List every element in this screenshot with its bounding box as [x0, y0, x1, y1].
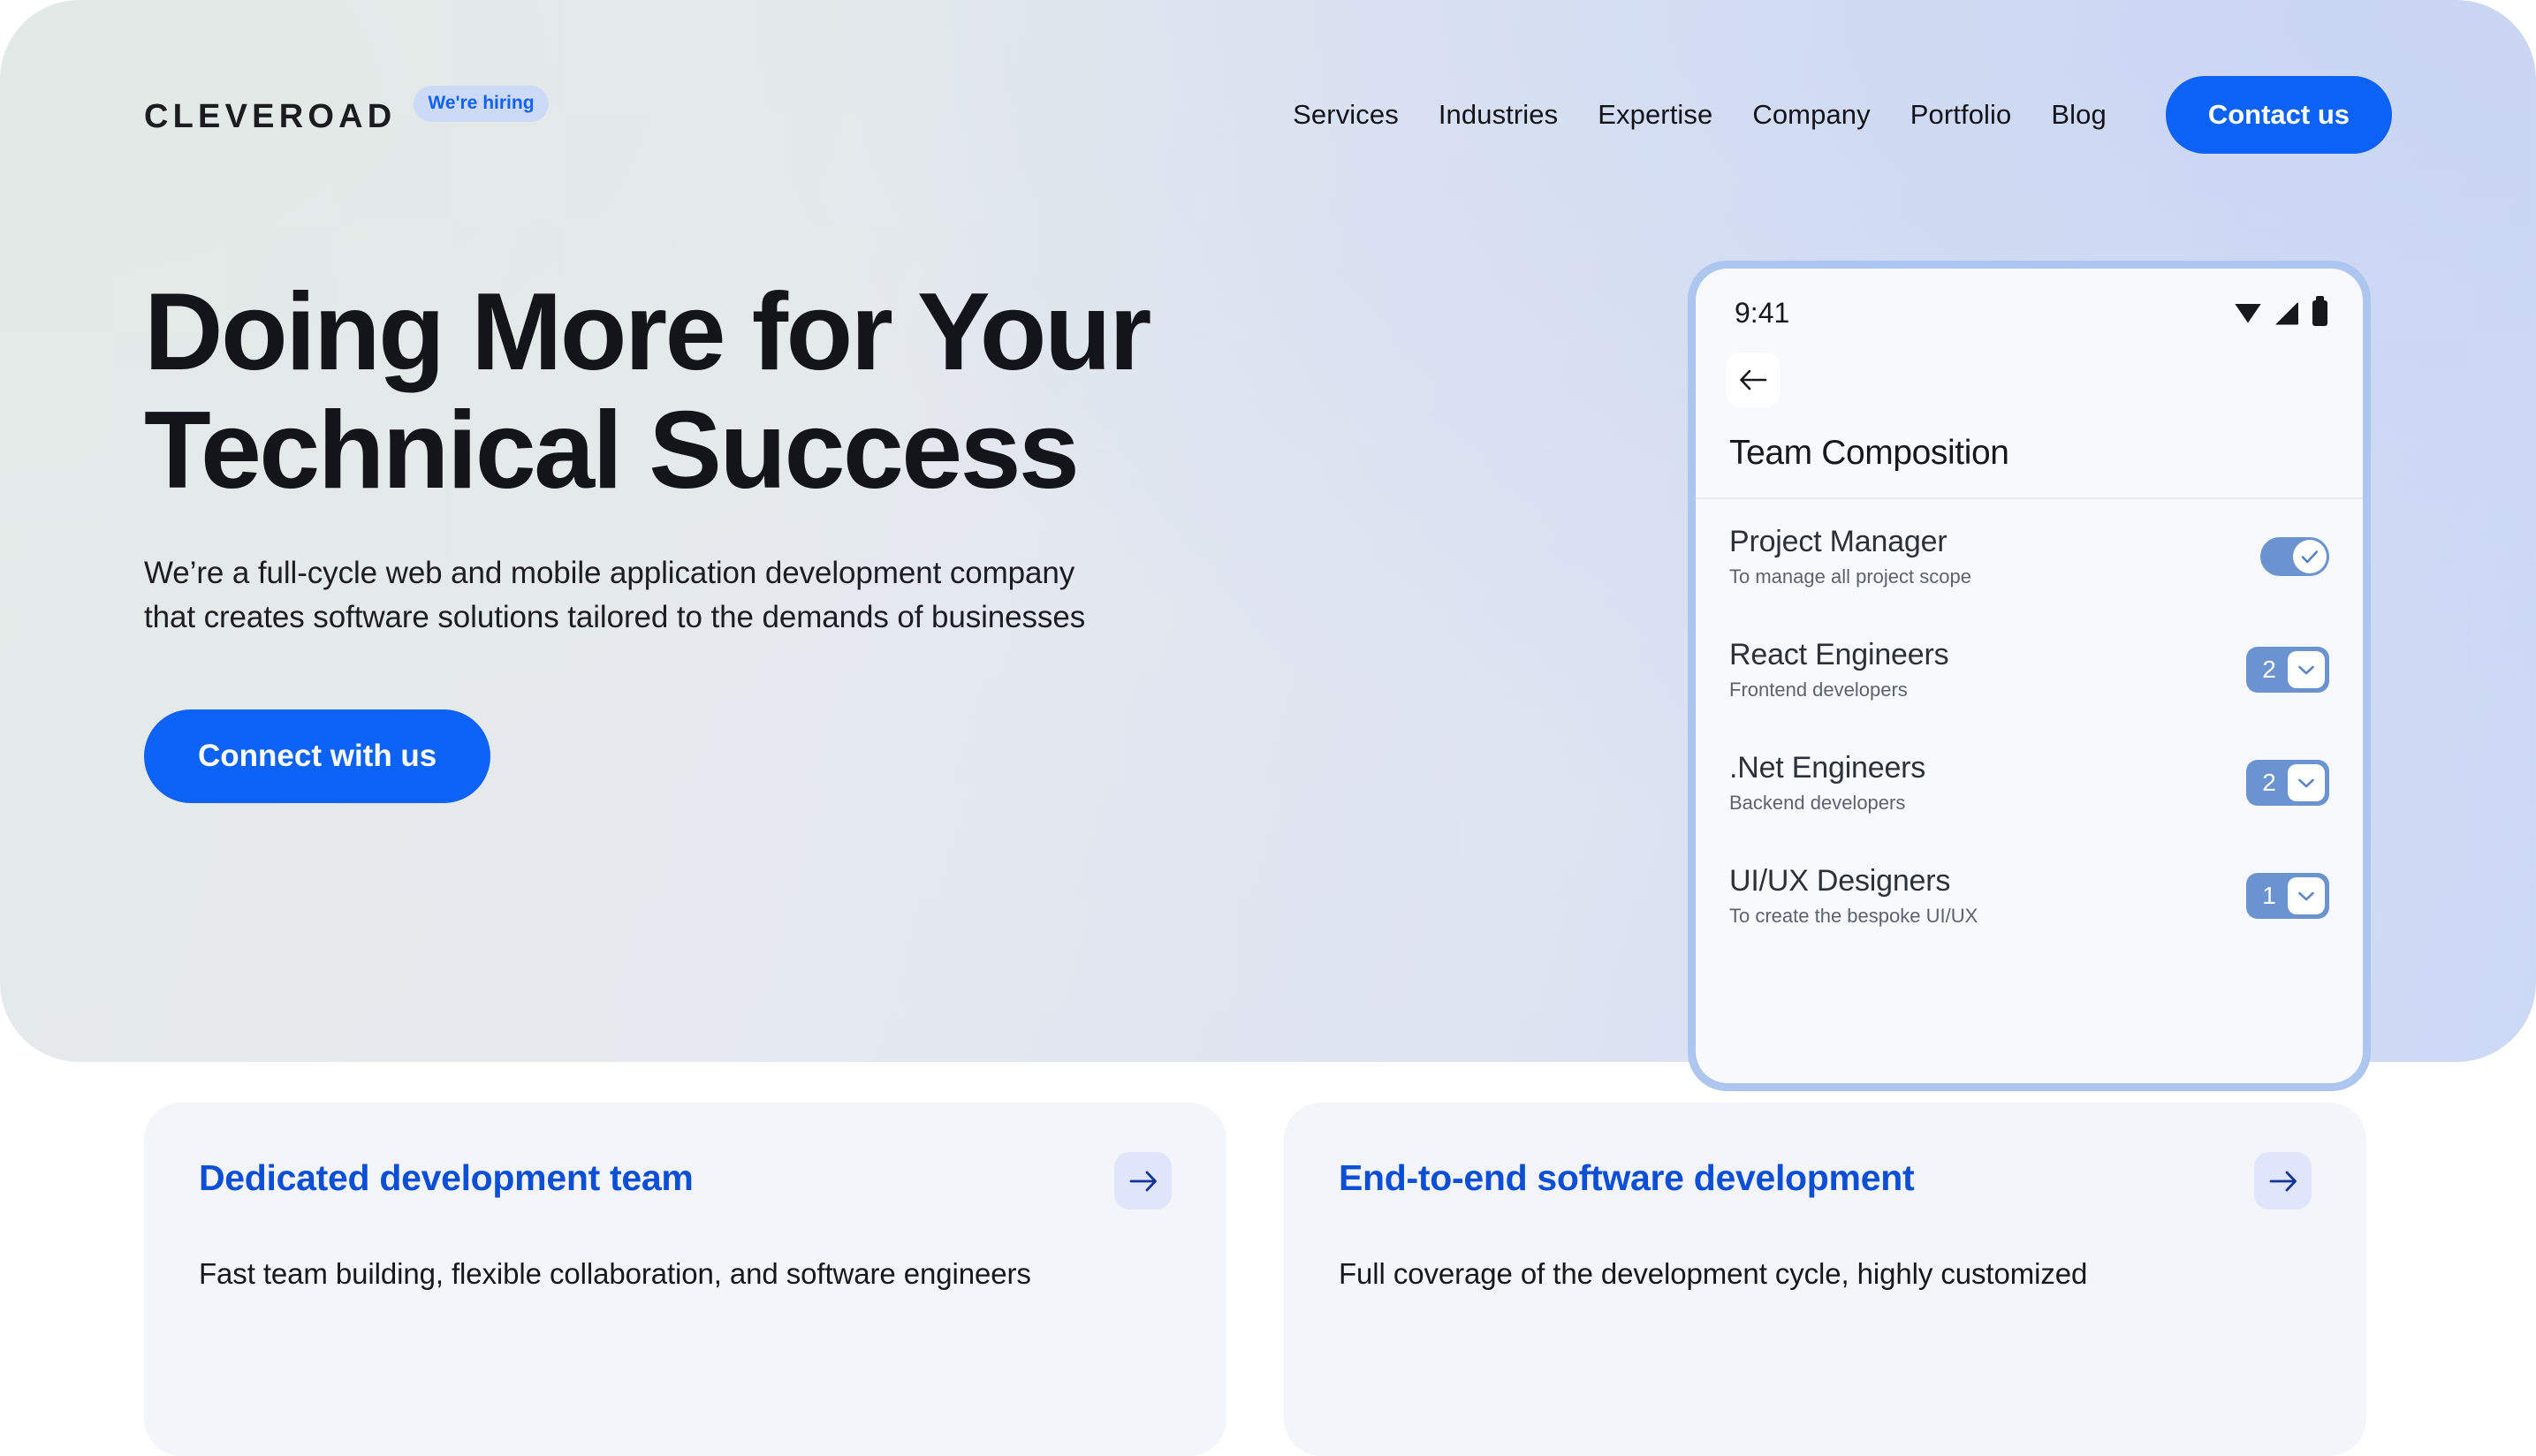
stepper-value: 1	[2262, 882, 2276, 909]
connect-with-us-button[interactable]: Connect with us	[144, 709, 491, 803]
stepper-value: 2	[2262, 769, 2276, 796]
signal-icon	[2275, 301, 2298, 325]
hero-subhead: We’re a full-cycle web and mobile applic…	[144, 551, 1558, 641]
site-header: CLEVEROAD We're hiring Services Industri…	[0, 0, 2536, 186]
card-title: End-to-end software development	[1339, 1157, 1915, 1198]
subhead-line-1: We’re a full-cycle web and mobile applic…	[144, 555, 1075, 590]
team-row[interactable]: React Engineers Frontend developers 2	[1729, 612, 2329, 725]
arrow-right-icon	[2269, 1171, 2297, 1191]
card-end-to-end-software-development[interactable]: End-to-end software development Full cov…	[1284, 1103, 2366, 1456]
role-title: .Net Engineers	[1729, 751, 1926, 785]
row-text: UI/UX Designers To create the bespoke UI…	[1729, 864, 1978, 928]
nav-item-blog[interactable]: Blog	[2051, 99, 2106, 131]
status-time: 9:41	[1735, 297, 1790, 329]
stepper-value: 2	[2262, 656, 2276, 683]
stepper-dropdown-button[interactable]	[2288, 764, 2325, 801]
headline-line-1: Doing More for Your	[144, 271, 1151, 393]
stepper-dropdown-button[interactable]	[2288, 651, 2325, 688]
card-description: Full coverage of the development cycle, …	[1339, 1257, 2088, 1290]
card-head: Dedicated development team	[199, 1152, 1172, 1210]
card-title: Dedicated development team	[199, 1157, 694, 1198]
phone-screen: 9:41 Team Composition Project Manager To…	[1696, 269, 2363, 1083]
chevron-down-icon	[2298, 665, 2314, 675]
nav-item-company[interactable]: Company	[1752, 99, 1870, 131]
card-description: Fast team building, flexible collaborati…	[199, 1257, 1031, 1290]
team-row[interactable]: .Net Engineers Backend developers 2	[1729, 725, 2329, 838]
chevron-down-icon	[2298, 891, 2314, 901]
nav-item-portfolio[interactable]: Portfolio	[1910, 99, 2012, 131]
card-arrow-button[interactable]	[1114, 1152, 1172, 1210]
arrow-right-icon	[1129, 1171, 1157, 1191]
nav-item-industries[interactable]: Industries	[1439, 99, 1558, 131]
role-subtitle: To create the bespoke UI/UX	[1729, 905, 1978, 927]
role-title: UI/UX Designers	[1729, 864, 1951, 898]
net-engineers-stepper[interactable]: 2	[2246, 760, 2329, 806]
card-dedicated-development-team[interactable]: Dedicated development team Fast team bui…	[144, 1103, 1226, 1456]
chevron-down-icon	[2298, 778, 2314, 788]
screen-title: Team Composition	[1729, 434, 2009, 472]
role-subtitle: Frontend developers	[1729, 679, 1908, 701]
row-text: .Net Engineers Backend developers	[1729, 751, 1925, 815]
row-text: Project Manager To manage all project sc…	[1729, 525, 1971, 588]
uiux-designers-stepper[interactable]: 1	[2246, 873, 2329, 919]
nav-item-services[interactable]: Services	[1293, 99, 1399, 131]
role-title: React Engineers	[1729, 638, 1949, 671]
back-button[interactable]	[1726, 353, 1781, 407]
nav-item-expertise[interactable]: Expertise	[1598, 99, 1712, 131]
phone-statusbar: 9:41	[1696, 269, 2363, 330]
role-subtitle: To manage all project scope	[1729, 565, 1971, 588]
project-manager-toggle[interactable]	[2260, 537, 2329, 576]
page-title: Doing More for Your Technical Success	[144, 271, 1558, 512]
row-text: React Engineers Frontend developers	[1729, 638, 1949, 701]
status-icon-group	[2235, 296, 2327, 326]
role-title: Project Manager	[1729, 525, 1948, 558]
card-arrow-button[interactable]	[2254, 1152, 2312, 1210]
react-engineers-stepper[interactable]: 2	[2246, 647, 2329, 693]
hiring-badge[interactable]: We're hiring	[414, 85, 549, 122]
team-row[interactable]: UI/UX Designers To create the bespoke UI…	[1729, 838, 2329, 952]
card-head: End-to-end software development	[1339, 1152, 2312, 1210]
stepper-dropdown-button[interactable]	[2288, 877, 2325, 914]
phone-mockup: 9:41 Team Composition Project Manager To…	[1688, 261, 2371, 1091]
main-nav: Services Industries Expertise Company Po…	[1293, 76, 2392, 154]
arrow-left-icon	[1740, 369, 1767, 391]
wifi-icon	[2235, 303, 2261, 323]
brand[interactable]: CLEVEROAD We're hiring	[144, 85, 549, 135]
check-icon	[2301, 550, 2319, 564]
hero-copy: Doing More for Your Technical Success We…	[144, 271, 1558, 803]
headline-line-2: Technical Success	[144, 389, 1080, 512]
subhead-line-2: that creates software solutions tailored…	[144, 600, 1086, 635]
service-cards: Dedicated development team Fast team bui…	[144, 1103, 2366, 1456]
toggle-knob	[2293, 540, 2327, 573]
team-composition-list: Project Manager To manage all project sc…	[1696, 499, 2363, 952]
logo-cleveroad: CLEVEROAD	[144, 98, 397, 135]
battery-icon	[2312, 296, 2327, 326]
contact-us-button[interactable]: Contact us	[2165, 76, 2392, 154]
team-row[interactable]: Project Manager To manage all project sc…	[1729, 499, 2329, 612]
role-subtitle: Backend developers	[1729, 792, 1906, 814]
